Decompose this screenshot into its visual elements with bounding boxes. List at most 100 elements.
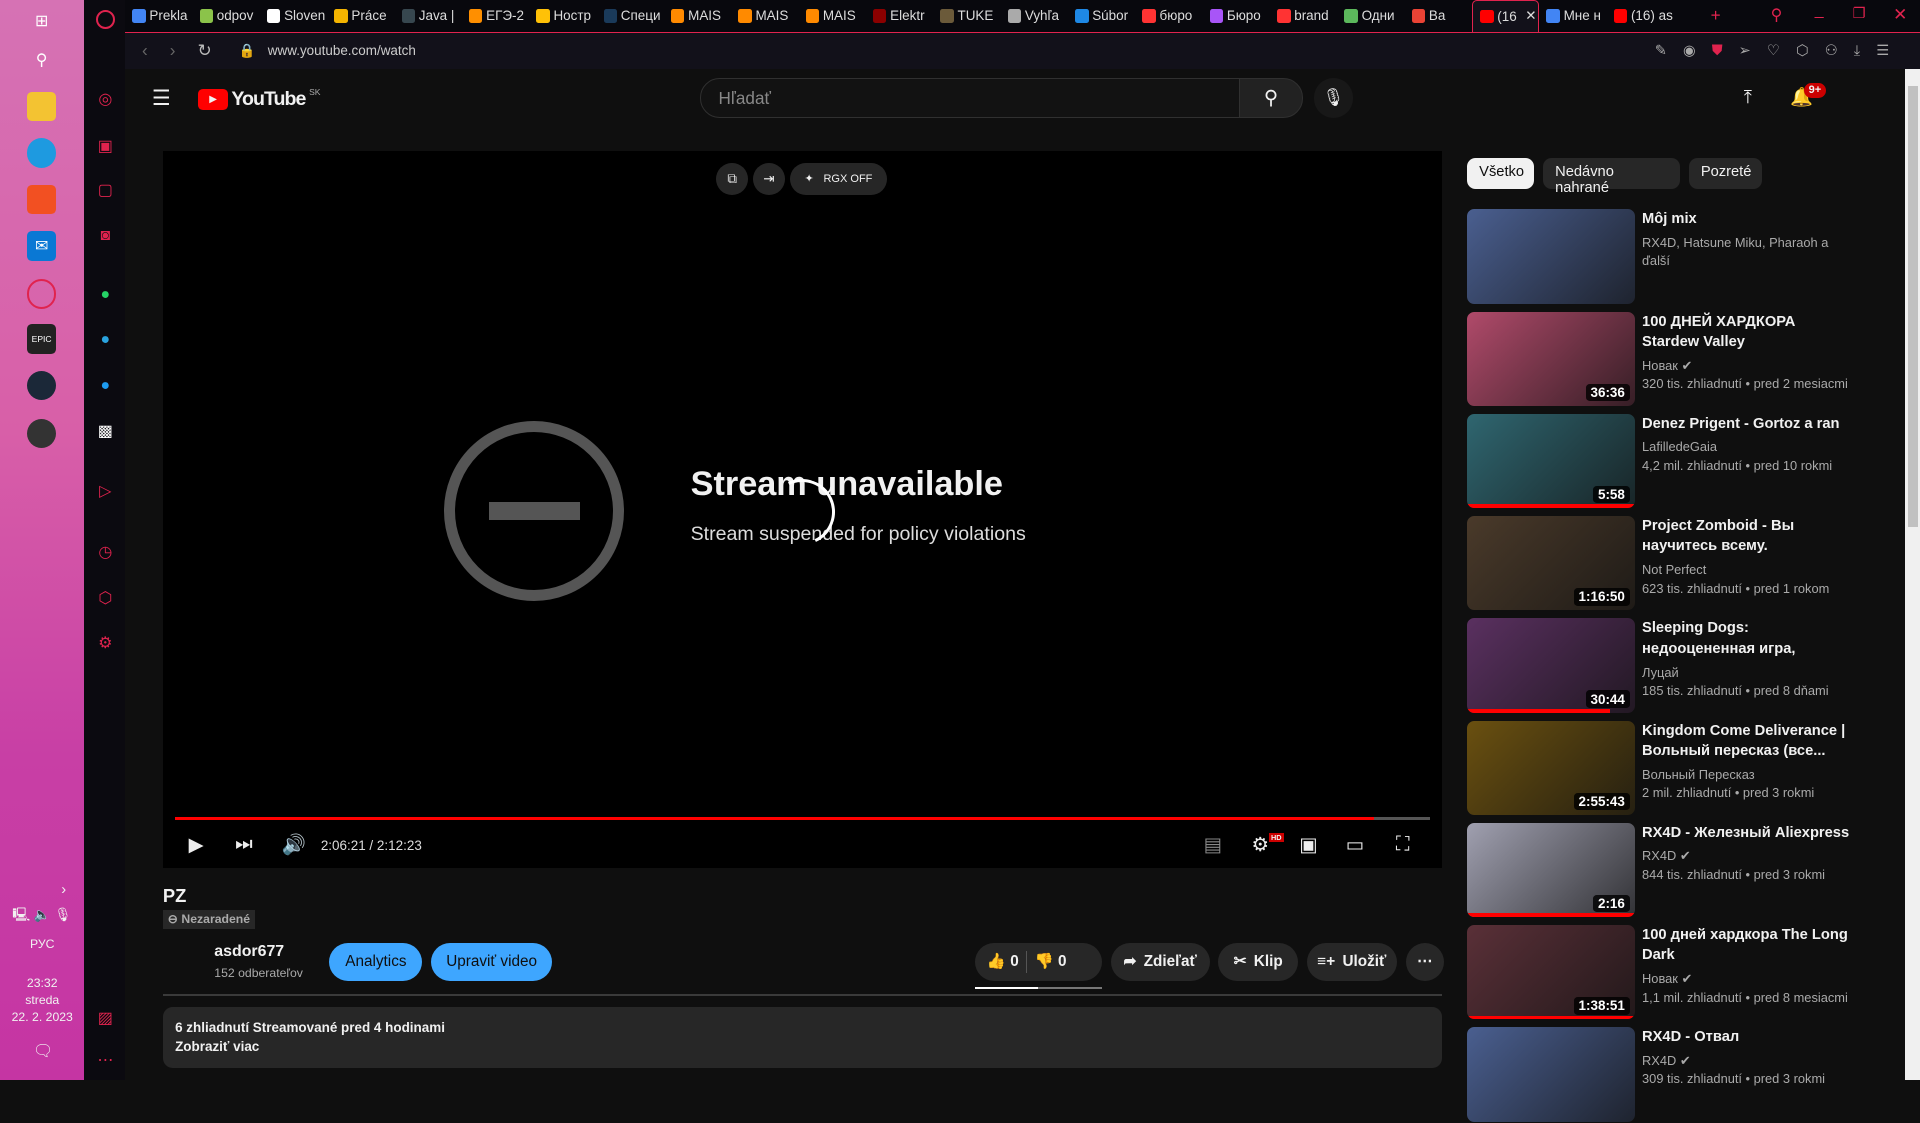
history-icon[interactable]: ◷	[96, 542, 116, 562]
browser-tab[interactable]: Vyhľa	[1000, 8, 1067, 23]
menu-icon[interactable]: ☰	[152, 86, 171, 111]
video-title[interactable]: Denez Prigent - Gortoz a ran	[1642, 414, 1850, 434]
share-button[interactable]: ➦ Zdieľať	[1110, 942, 1210, 981]
recommended-video[interactable]: Môj mix RX4D, Hatsune Miku, Pharaoh a ďa…	[1466, 209, 1859, 305]
windows-start-icon[interactable]: ⊞	[27, 6, 56, 35]
browser-tab[interactable]: Специ	[596, 8, 663, 23]
search-icon[interactable]: ⚲	[27, 45, 56, 74]
analytics-button[interactable]: Analytics	[329, 942, 423, 981]
recommended-video[interactable]: 2:16 RX4D - Железный Aliexpress RX4D ✔ 8…	[1466, 822, 1859, 919]
channel-line[interactable]: RX4D, Hatsune Miku, Pharaoh a ďalší	[1642, 234, 1859, 271]
video-thumbnail[interactable]: 1:16:50	[1466, 516, 1635, 611]
channel-line[interactable]: Луцай	[1642, 664, 1679, 682]
video-thumbnail[interactable]	[1466, 1027, 1635, 1122]
steam-icon[interactable]	[26, 371, 57, 401]
filter-chip[interactable]: Pozreté	[1688, 157, 1763, 189]
twitter-icon[interactable]: ●	[96, 376, 116, 396]
network-volume-mic-icons[interactable]: 🖳 🔈 🎙	[12, 906, 71, 928]
browser-tab[interactable]: Elektr	[866, 8, 933, 23]
recommended-video[interactable]: 1:38:51 100 дней хардкора The Long Dark …	[1466, 925, 1859, 1021]
recommended-video[interactable]: 5:58 Denez Prigent - Gortoz a ran Lafill…	[1466, 413, 1859, 510]
browser-tab[interactable]: MAIS	[664, 8, 731, 23]
browser-tab[interactable]: Súbor	[1068, 8, 1135, 23]
language-indicator[interactable]: РУС	[0, 937, 84, 951]
extensions-icon[interactable]: ⬡	[96, 588, 116, 608]
speed-dial-icon[interactable]: ◎	[96, 89, 116, 109]
restore-button[interactable]: ❐	[1853, 5, 1866, 22]
mail-icon[interactable]: ✉	[26, 231, 57, 261]
twitch-icon[interactable]: ▢	[96, 180, 116, 200]
toolbar-icons[interactable]: ✎◉⛊➢♡⬡⚇⤓☰	[1655, 42, 1906, 59]
save-button[interactable]: ≡+ Uložiť	[1306, 942, 1398, 981]
more-actions-button[interactable]: ⋯	[1405, 942, 1444, 981]
bag-icon[interactable]: ▣	[96, 136, 116, 156]
scrollbar-thumb[interactable]	[1907, 85, 1918, 527]
browser-tab[interactable]: Práce	[327, 8, 394, 23]
video-thumbnail[interactable]: 36:36	[1466, 311, 1635, 406]
browser-tab[interactable]: Ностр	[529, 8, 596, 23]
video-title[interactable]: Môj mix	[1642, 209, 1850, 229]
reload-button[interactable]: ↻	[198, 40, 212, 61]
rgx-toggle[interactable]: ✦ RGX OFF	[789, 162, 888, 195]
like-button[interactable]: 👍 0	[987, 952, 1019, 971]
upload-icon[interactable]: ⤒	[1744, 86, 1752, 108]
browser-tab[interactable]: brand	[1270, 8, 1337, 23]
channel-line[interactable]: RX4D ✔	[1642, 847, 1691, 865]
recommended-video[interactable]: 36:36 100 ДНЕЙ ХАРДКОРА Stardew Valley Н…	[1466, 311, 1859, 408]
subtitles-button[interactable]: ▤	[1204, 833, 1223, 857]
browser-tab[interactable]: Sloven	[260, 8, 327, 23]
forward-button[interactable]: ›	[170, 40, 176, 61]
video-title[interactable]: Sleeping Dogs: недооцененная игра, котор…	[1642, 618, 1850, 658]
clock[interactable]: 23:32 streda 22. 2. 2023	[0, 975, 84, 1026]
video-title[interactable]: 100 дней хардкора The Long Dark	[1642, 925, 1850, 965]
theater-mode-button[interactable]: ▭	[1346, 833, 1365, 857]
channel-line[interactable]: Not Perfect	[1642, 561, 1706, 579]
whatsapp-icon[interactable]: ●	[96, 285, 116, 305]
video-thumbnail[interactable]	[1466, 209, 1635, 304]
browser-tab[interactable]: Prekla	[125, 8, 192, 23]
video-title[interactable]: Kingdom Come Deliverance | Вольный перес…	[1642, 721, 1850, 761]
video-thumbnail[interactable]: 5:58	[1466, 413, 1635, 509]
epic-games-icon[interactable]: EPIC	[26, 324, 57, 354]
video-thumbnail[interactable]: 1:38:51	[1466, 925, 1635, 1020]
channel-line[interactable]: Новак ✔	[1642, 357, 1692, 375]
video-player[interactable]: ⧉ ⇥ ✦ RGX OFF Stream unavailable Stream s…	[162, 150, 1443, 869]
settings-button[interactable]: ⚙	[1251, 833, 1269, 857]
search-input[interactable]: Hľadať	[700, 78, 1241, 118]
file-explorer-icon[interactable]	[26, 91, 57, 122]
player-icon[interactable]: ▷	[96, 481, 116, 501]
dislike-button[interactable]: 👎 0	[1035, 952, 1067, 971]
recommended-video[interactable]: 2:55:43 Kingdom Come Deliverance | Вольн…	[1466, 720, 1859, 817]
video-title[interactable]: RX4D - Железный Aliexpress	[1642, 823, 1850, 843]
clip-button[interactable]: ✂ Klip	[1218, 942, 1298, 981]
recommended-video[interactable]: 30:44 Sleeping Dogs: недооцененная игра,…	[1466, 618, 1859, 714]
video-title[interactable]: Project Zomboid - Вы научитесь всему.	[1642, 516, 1850, 556]
notifications-icon[interactable]: 🗨	[33, 1041, 53, 1061]
url-field[interactable]: www.youtube.com/watch	[268, 43, 416, 58]
page-scrollbar[interactable]	[1905, 68, 1920, 1080]
browser-tab[interactable]: Одни	[1337, 8, 1404, 23]
description-box[interactable]: 6 zhliadnutí Streamované pred 4 hodinami…	[162, 1006, 1443, 1068]
video-title[interactable]: RX4D - Отвал	[1642, 1027, 1850, 1047]
snap-button[interactable]: ⇥	[753, 162, 785, 195]
back-button[interactable]: ‹	[142, 40, 148, 61]
show-more-link[interactable]: Zobraziť viac	[175, 1037, 1430, 1057]
browser-tab[interactable]: MAIS	[798, 8, 865, 23]
search-button[interactable]: ⚲	[1239, 78, 1303, 118]
browser-tab[interactable]: Мне н	[1539, 8, 1606, 23]
store-icon[interactable]	[26, 184, 57, 215]
channel-line[interactable]: Новак ✔	[1642, 970, 1692, 988]
volume-button[interactable]: 🔊	[282, 833, 306, 857]
browser-tab[interactable]: ЕГЭ-2	[462, 8, 529, 23]
browser-tab[interactable]: Java |	[394, 8, 461, 23]
miniplayer-button[interactable]: ▣	[1299, 833, 1318, 857]
popout-button[interactable]: ⧉	[716, 162, 749, 195]
video-thumbnail[interactable]: 30:44	[1466, 618, 1635, 713]
browser-tab[interactable]: TUKE	[933, 8, 1000, 23]
video-thumbnail[interactable]: 2:55:43	[1466, 720, 1635, 815]
recommended-video[interactable]: RX4D - Отвал RX4D ✔ 309 tis. zhliadnutí …	[1466, 1027, 1859, 1123]
filter-chip[interactable]: Všetko	[1466, 157, 1535, 189]
voice-search-button[interactable]: 🎙	[1313, 78, 1354, 118]
browser-tab[interactable]: MAIS	[731, 8, 798, 23]
obs-icon[interactable]	[26, 418, 57, 449]
